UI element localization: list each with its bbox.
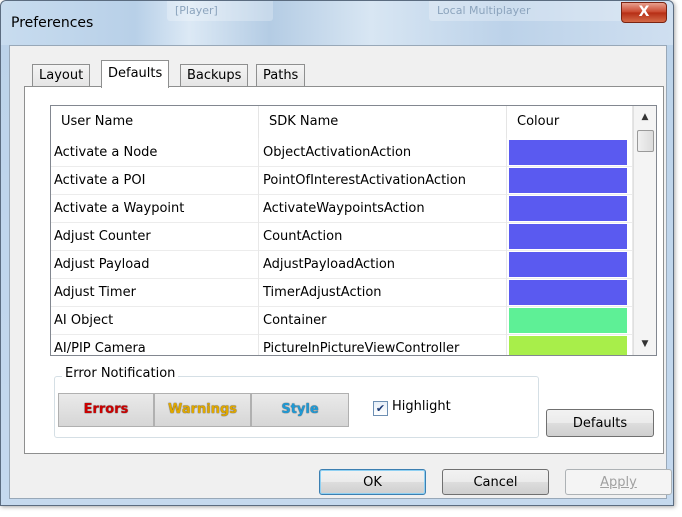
sdk-name-cell: ObjectActivationAction (259, 138, 507, 167)
colour-swatch[interactable] (509, 196, 627, 221)
sdk-name-cell: PictureInPictureViewController (259, 334, 507, 355)
user-name-cell: AI Object (51, 306, 259, 335)
cancel-button[interactable]: Cancel (442, 469, 549, 495)
style-label: Style (281, 402, 319, 417)
column-header-colour[interactable]: Colour (507, 106, 633, 138)
table-row[interactable]: AI/PIP Camera PictureInPictureViewControl… (51, 334, 633, 355)
checkmark-icon: ✔ (375, 402, 386, 415)
warnings-button[interactable]: Warnings (154, 393, 251, 427)
table-row[interactable]: AI Object Container (51, 306, 633, 335)
sdk-name-cell: CountAction (259, 222, 507, 251)
tab-defaults[interactable]: Defaults (101, 60, 170, 88)
colour-swatch[interactable] (509, 224, 627, 249)
colour-swatch[interactable] (509, 140, 627, 165)
title-bar[interactable]: [Player] Local Multiplayer Preferences X (1, 1, 673, 45)
highlight-checkbox[interactable]: ✔ (373, 401, 388, 416)
sdk-name-cell: PointOfInterestActivationAction (259, 166, 507, 195)
table-header: User Name SDK Name Colour (51, 106, 633, 138)
errors-label: Errors (83, 402, 129, 417)
table-row[interactable]: Activate a Node ObjectActivationAction (51, 138, 633, 167)
table-scrollbar[interactable]: ▲ ▼ (633, 106, 656, 355)
table-row[interactable]: Activate a POI PointOfInterestActivationA… (51, 166, 633, 195)
background-tab: [Player] (167, 1, 273, 21)
user-name-cell: Activate a Waypoint (51, 194, 259, 223)
warnings-label: Warnings (167, 402, 238, 417)
table-row[interactable]: Activate a Waypoint ActivateWaypointsActi… (51, 194, 633, 223)
user-name-cell: AI/PIP Camera (51, 334, 259, 355)
scroll-down-arrow-icon[interactable]: ▼ (634, 333, 656, 355)
errors-button[interactable]: Errors (58, 393, 154, 427)
user-name-cell: Adjust Counter (51, 222, 259, 251)
user-name-cell: Activate a POI (51, 166, 259, 195)
action-colour-table[interactable]: User Name SDK Name Colour Activate a Nod… (50, 105, 657, 356)
table-row[interactable]: Adjust Payload AdjustPayloadAction (51, 250, 633, 279)
apply-button[interactable]: Apply (565, 469, 672, 495)
tab-backups[interactable]: Backups (180, 64, 249, 87)
table-row[interactable]: Adjust Timer TimerAdjustAction (51, 278, 633, 307)
window-title: Preferences (11, 15, 94, 31)
background-tab: Local Multiplayer (429, 1, 625, 21)
user-name-cell: Activate a Node (51, 138, 259, 167)
user-name-cell: Adjust Timer (51, 278, 259, 307)
sdk-name-cell: TimerAdjustAction (259, 278, 507, 307)
error-notification-legend: Error Notification (62, 366, 179, 381)
defaults-button[interactable]: Defaults (546, 409, 654, 437)
scroll-thumb[interactable] (637, 130, 654, 152)
tab-layout[interactable]: Layout (32, 64, 91, 87)
colour-swatch[interactable] (509, 280, 627, 305)
close-icon: X (638, 4, 650, 20)
column-header-sdk-name[interactable]: SDK Name (259, 106, 507, 138)
colour-swatch[interactable] (509, 336, 627, 355)
highlight-label[interactable]: Highlight (392, 399, 451, 414)
sdk-name-cell: ActivateWaypointsAction (259, 194, 507, 223)
close-button[interactable]: X (621, 2, 667, 23)
sdk-name-cell: AdjustPayloadAction (259, 250, 507, 279)
colour-swatch[interactable] (509, 308, 627, 333)
colour-swatch[interactable] (509, 252, 627, 277)
column-header-user-name[interactable]: User Name (51, 106, 259, 138)
colour-swatch[interactable] (509, 168, 627, 193)
sdk-name-cell: Container (259, 306, 507, 335)
tab-paths[interactable]: Paths (256, 64, 306, 87)
table-row[interactable]: Adjust Counter CountAction (51, 222, 633, 251)
user-name-cell: Adjust Payload (51, 250, 259, 279)
style-button[interactable]: Style (251, 393, 349, 427)
ok-button[interactable]: OK (319, 469, 426, 495)
scroll-up-arrow-icon[interactable]: ▲ (634, 106, 656, 128)
